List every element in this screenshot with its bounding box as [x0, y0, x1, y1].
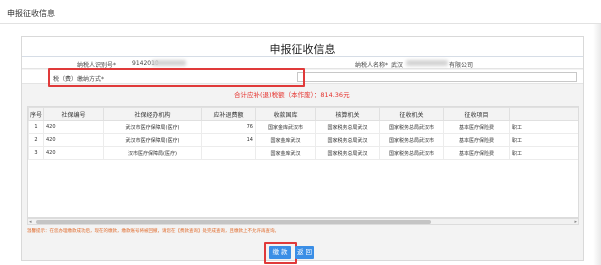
table-row[interactable]: 2 420 武汉市医疗保障局(医疗) 14 国家金库武汉 国家税务总局武汉 国家… — [28, 133, 578, 147]
payment-method-highlight — [48, 68, 305, 87]
cell-social-code: 420 — [43, 120, 104, 134]
table-horizontal-scrollbar[interactable]: ◂ ▸ — [27, 218, 579, 225]
cell-accounting: 国家税务总局武汉 — [315, 146, 380, 160]
declaration-dialog: 申报征收信息 纳税人识别号* 9142010 纳税人名称* 武汉 有限公司 税（… — [21, 36, 584, 264]
scroll-thumb[interactable] — [36, 220, 431, 224]
cell-treasury: 国家金库武汉 — [255, 133, 316, 147]
col-extra — [509, 107, 578, 121]
cell-accounting: 国家税务总局武汉 — [315, 133, 380, 147]
cell-extra: 职工 — [509, 133, 578, 147]
cell-collector: 国家税务总局武汉市 — [379, 120, 444, 134]
cell-social-code: 420 — [43, 146, 104, 160]
cell-index: 2 — [28, 133, 44, 147]
col-social-code: 社保编号 — [43, 107, 104, 121]
taxpayer-name-label: 纳税人名称* — [355, 62, 389, 69]
cell-collector: 国家税务总局武汉市 — [379, 133, 444, 147]
title-divider — [0, 23, 601, 24]
cell-amount: 14 — [201, 133, 256, 147]
dialog-header: 申报征收信息 — [22, 37, 583, 57]
col-item: 征收项目 — [443, 107, 510, 121]
cell-item: 基本医疗保险费 — [443, 146, 510, 160]
cell-amount — [201, 146, 256, 160]
cell-collector: 国家税务总局武汉市 — [379, 146, 444, 160]
taxpayer-name-suffix: 有限公司 — [449, 62, 474, 69]
payment-method-select[interactable] — [297, 72, 577, 82]
cell-index: 1 — [28, 120, 44, 134]
cell-agency: 武汉市医疗保障局(医疗) — [103, 133, 202, 147]
col-agency: 社保经办机构 — [103, 107, 202, 121]
table-header: 序号 社保编号 社保经办机构 应补退费额 收款国库 核算机关 征收机关 征收项目 — [28, 107, 578, 121]
total-value: 814.36元 — [320, 91, 350, 99]
window-edge-shadow — [593, 24, 601, 265]
col-amount: 应补退费额 — [201, 107, 256, 121]
col-collector: 征收机关 — [379, 107, 444, 121]
table-row[interactable]: 3 420 汉市医疗保障局(医疗) 国家金库武汉 国家税务总局武汉 国家税务总局… — [28, 146, 578, 160]
col-accounting: 核算机关 — [315, 107, 380, 121]
cell-amount: 76 — [201, 120, 256, 134]
cell-item: 基本医疗保险费 — [443, 120, 510, 134]
total-label: 合计应补(退)税额（本作废）： — [234, 91, 321, 99]
cell-social-code: 420 — [43, 133, 104, 147]
redacted-name — [406, 60, 448, 66]
table-row[interactable]: 1 420 武汉市医疗保障局(医疗) 76 国家金库武汉市 国家税务总局武汉 国… — [28, 120, 578, 134]
col-treasury: 收款国库 — [255, 107, 316, 121]
taxpayer-name-prefix: 武汉 — [391, 62, 404, 69]
dialog-title: 申报征收信息 — [269, 43, 336, 56]
back-button[interactable]: 返 回 — [295, 246, 314, 259]
cell-extra: 职工 — [509, 146, 578, 160]
redacted-id — [152, 60, 186, 66]
cell-treasury: 国家金库武汉市 — [255, 120, 316, 134]
col-index: 序号 — [28, 107, 44, 121]
warm-tip: 温馨提示：在您办理缴款成功后，现在的缴款，缴款账号将被回撤，请您在【费款查询】处… — [27, 229, 279, 234]
scroll-right-icon[interactable]: ▸ — [574, 219, 577, 225]
cell-accounting: 国家税务总局武汉 — [315, 120, 380, 134]
scroll-left-icon[interactable]: ◂ — [29, 219, 32, 225]
cell-index: 3 — [28, 146, 44, 160]
collection-table: 序号 社保编号 社保经办机构 应补退费额 收款国库 核算机关 征收机关 征收项目… — [27, 106, 579, 218]
cell-treasury: 国家金库武汉 — [255, 146, 316, 160]
total-amount: 合计应补(退)税额（本作废）：814.36元 — [234, 89, 350, 99]
cell-agency: 汉市医疗保障局(医疗) — [103, 146, 202, 160]
cell-item: 基本医疗保险费 — [443, 133, 510, 147]
cell-agency: 武汉市医疗保障局(医疗) — [103, 120, 202, 134]
window-title: 申报征收信息 — [7, 9, 55, 18]
pay-button[interactable]: 缴 款 — [269, 246, 291, 259]
cell-extra: 职工 — [509, 120, 578, 134]
